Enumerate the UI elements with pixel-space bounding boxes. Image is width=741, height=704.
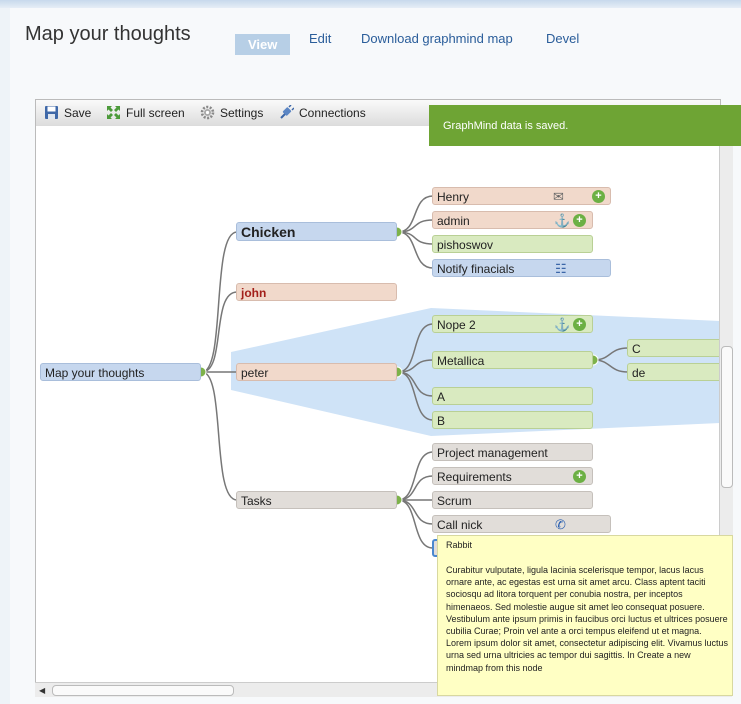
tab-download[interactable]: Download graphmind map	[361, 31, 513, 46]
node-metallica[interactable]: Metallica	[432, 351, 593, 369]
horizontal-scroll-thumb[interactable]	[52, 685, 234, 696]
top-band	[0, 0, 741, 8]
node-call-nick[interactable]: Call nick ✆	[432, 515, 611, 533]
node-tooltip: Rabbit Curabitur vulputate, ligula lacin…	[437, 535, 733, 696]
node-john[interactable]: john	[236, 283, 397, 301]
save-button[interactable]: Save	[44, 105, 91, 121]
tab-view[interactable]: View	[235, 34, 291, 55]
anchor-icon: ⚓	[554, 317, 571, 332]
floppy-disk-icon	[45, 106, 58, 119]
node-requirements-label: Requirements	[437, 470, 512, 484]
node-pishoswov[interactable]: pishoswov	[432, 235, 593, 253]
save-label: Save	[64, 106, 92, 120]
node-scrum[interactable]: Scrum	[432, 491, 593, 509]
fullscreen-label: Full screen	[126, 106, 185, 120]
gear-icon	[200, 105, 215, 120]
node-nope-2[interactable]: Nope 2 ⚓ +	[432, 315, 593, 333]
vertical-scroll-thumb[interactable]	[721, 346, 733, 488]
node-de[interactable]: de	[627, 363, 720, 381]
add-child-icon[interactable]: +	[573, 318, 586, 331]
node-call-nick-label: Call nick	[437, 518, 483, 532]
settings-label: Settings	[220, 106, 264, 120]
node-henry[interactable]: Henry ✉ +	[432, 187, 611, 205]
node-notify-finacials[interactable]: Notify finacials ☷	[432, 259, 611, 277]
scroll-left-icon[interactable]: ◀	[39, 686, 45, 695]
saved-notification-text: GraphMind data is saved.	[443, 120, 569, 132]
node-admin[interactable]: admin ⚓ +	[432, 211, 593, 229]
tooltip-body: Curabitur vulputate, ligula lacinia scel…	[446, 565, 728, 673]
node-c[interactable]: C	[627, 339, 720, 357]
phone-icon: ✆	[555, 517, 566, 532]
node-notify-label: Notify finacials	[437, 262, 515, 276]
node-a[interactable]: A	[432, 387, 593, 405]
tab-edit[interactable]: Edit	[309, 31, 331, 46]
fullscreen-button[interactable]: Full screen	[106, 105, 185, 121]
list-icon: ☷	[555, 261, 567, 276]
node-root[interactable]: Map your thoughts	[40, 363, 201, 381]
node-henry-label: Henry	[437, 190, 470, 204]
add-child-icon[interactable]: +	[573, 214, 586, 227]
fullscreen-icon	[107, 106, 120, 119]
connections-label: Connections	[299, 106, 366, 120]
tooltip-title: Rabbit	[446, 540, 473, 550]
add-child-icon[interactable]: +	[592, 190, 605, 203]
node-peter[interactable]: peter	[236, 363, 397, 381]
node-admin-label: admin	[437, 214, 470, 228]
page-title: Map your thoughts	[25, 23, 191, 45]
anchor-icon: ⚓	[554, 213, 571, 228]
settings-button[interactable]: Settings	[200, 105, 263, 121]
connections-button[interactable]: Connections	[279, 105, 366, 121]
add-child-icon[interactable]: +	[573, 470, 586, 483]
node-nope-2-label: Nope 2	[437, 318, 476, 332]
node-project-management[interactable]: Project management	[432, 443, 593, 461]
node-tasks[interactable]: Tasks	[236, 491, 397, 509]
envelope-icon: ✉	[553, 189, 564, 204]
node-b[interactable]: B	[432, 411, 593, 429]
saved-notification: GraphMind data is saved.	[429, 105, 741, 146]
plug-icon	[280, 105, 294, 119]
tab-devel[interactable]: Devel	[546, 31, 579, 46]
node-requirements[interactable]: Requirements +	[432, 467, 593, 485]
node-chicken[interactable]: Chicken	[236, 222, 397, 241]
